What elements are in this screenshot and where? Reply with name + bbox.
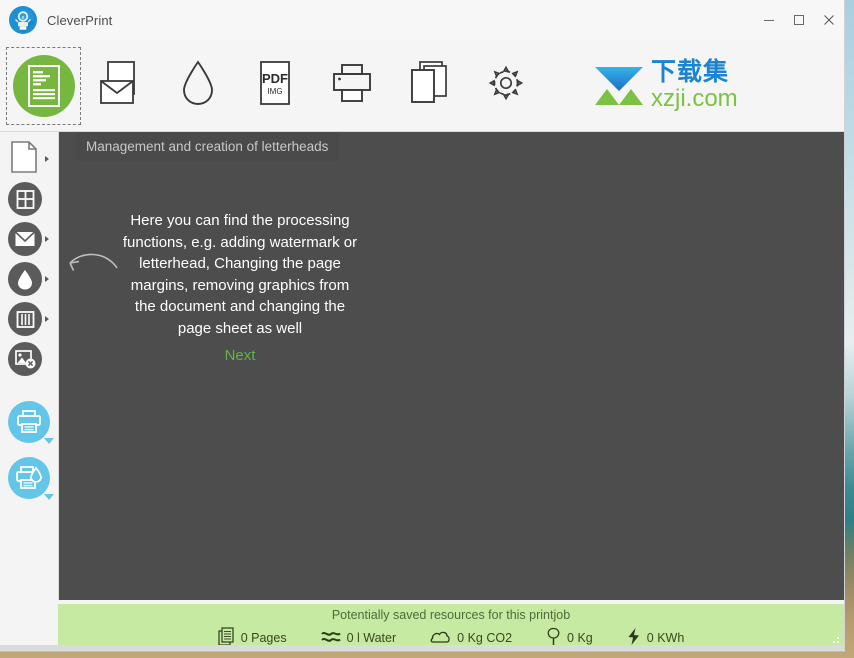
sidebar-item-print[interactable] [0,394,58,450]
sidebar-item-watermark[interactable] [0,259,58,299]
grid-window-icon [8,182,42,216]
brand-domain-text: xzji.com [651,85,738,112]
gear-icon [486,63,526,108]
printer-icon [330,61,374,110]
sidebar-item-page[interactable] [0,139,58,179]
toolbar-item-watermark[interactable] [160,47,235,125]
close-button[interactable] [814,0,844,40]
metric-co2-value: 0 Kg CO2 [457,631,513,645]
cleverprint-logo-icon: e [8,5,38,35]
maximize-button[interactable] [784,0,814,40]
toolbar-item-settings[interactable] [468,47,543,125]
xzji-brand-logo: 下载集 xzji.com [591,60,738,111]
main-toolbar: PDF IMG 下载集 xzji.com [0,40,844,132]
sidebar-item-remove-graphics[interactable] [0,339,58,379]
toolbar-item-envelope[interactable] [83,47,158,125]
metric-pages-value: 0 Pages [240,631,287,645]
svg-text:IMG: IMG [267,87,282,96]
water-drop-circle-icon [8,262,42,296]
letterhead-document-icon [12,54,75,117]
body-area: Management and creation of letterheads H… [0,132,844,651]
sidebar-item-layout[interactable] [0,179,58,219]
window-bottom-edge [0,645,844,651]
chevron-right-icon [45,316,49,322]
metric-energy-value: 0 KWh [646,631,685,645]
metric-water-value: 0 l Water [346,631,397,645]
window-controls [754,0,844,40]
title-bar: e CleverPrint [0,0,844,40]
page-outline-icon [8,140,40,179]
chevron-right-icon [45,156,49,162]
toolbar-item-print[interactable] [314,47,389,125]
envelope-icon [98,59,144,112]
statusbar-left-pad [0,604,58,651]
water-drop-icon [180,59,216,112]
cleverprint-window: e CleverPrint PDF IMG 下载集 xzji.com Manag… [0,0,845,652]
svg-text:PDF: PDF [262,71,288,86]
sidebar-item-envelope[interactable] [0,219,58,259]
onboarding-text: Here you can find the processing functio… [122,212,358,337]
toolbar-item-pdf-img[interactable]: PDF IMG [237,47,312,125]
app-title: CleverPrint [47,12,113,28]
envelope-circle-icon [8,222,42,256]
document-canvas[interactable]: Management and creation of letterheads H… [58,132,844,651]
copy-pages-icon [406,59,452,112]
toolbar-item-letterhead[interactable] [6,46,81,125]
svg-text:e: e [22,15,25,21]
tooltip: Management and creation of letterheads [76,133,339,161]
minimize-button[interactable] [754,0,784,40]
pdf-img-icon: PDF IMG [256,59,294,112]
booklet-columns-icon [8,302,42,336]
chevron-down-icon[interactable] [44,438,54,444]
chevron-down-icon[interactable] [44,494,54,500]
left-sidebar [0,132,58,651]
chevron-right-icon [45,236,49,242]
brand-cn-text: 下载集 [651,58,730,86]
chevron-right-icon [45,276,49,282]
next-link[interactable]: Next [121,347,359,364]
image-remove-icon [8,342,42,376]
sidebar-item-booklet[interactable] [0,299,58,339]
printer-drop-blue-icon [8,457,50,499]
toolbar-item-copies[interactable] [391,47,466,125]
resource-status-bar: Potentially saved resources for this pri… [58,604,844,651]
metric-trees-value: 0 Kg [567,631,593,645]
sidebar-item-eco-print[interactable] [0,450,58,506]
canvas-scrollbar[interactable] [838,132,844,651]
statusbar-title: Potentially saved resources for this pri… [331,608,571,622]
curved-arrow-left-icon [61,242,121,287]
printer-blue-icon [8,401,50,443]
